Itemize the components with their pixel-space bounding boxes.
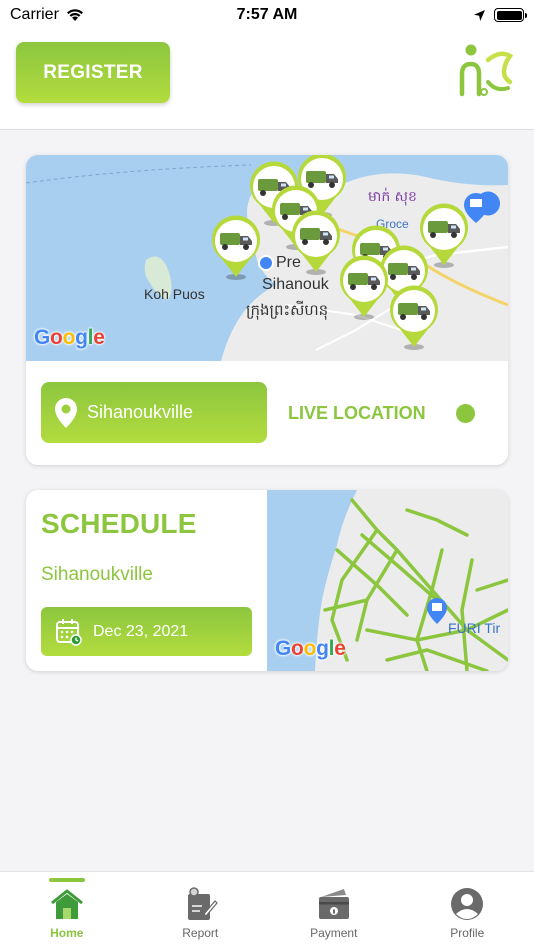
schedule-date: Dec 23, 2021: [93, 622, 189, 640]
tab-home[interactable]: Home: [0, 872, 134, 950]
map-city-label: Sihanouk: [262, 276, 330, 293]
google-logo: Google: [34, 326, 105, 349]
map-island-label: Koh Puos: [144, 286, 205, 302]
tab-payment[interactable]: Payment: [267, 872, 401, 950]
map-khmer-poi-label: មាក់ សុខ: [368, 187, 417, 206]
report-icon: [188, 887, 219, 920]
map-city-khmer-label: ក្រុងព្រះសីហនុ: [246, 300, 328, 320]
live-status-dot: [456, 404, 475, 423]
tab-profile[interactable]: Profile: [401, 872, 534, 950]
tab-bar: Home Report Payment Profile: [0, 871, 534, 950]
live-location-label[interactable]: LIVE LOCATION: [288, 403, 426, 424]
app-logo: [459, 44, 514, 97]
tab-payment-label: Payment: [310, 926, 358, 940]
schedule-date-button[interactable]: Dec 23, 2021: [41, 607, 252, 656]
home-icon: [50, 889, 83, 919]
map-pin-icon: [55, 397, 77, 428]
schedule-card[interactable]: SCHEDULE Sihanoukville Dec 23, 2021 FURI…: [26, 490, 508, 671]
profile-icon: [451, 888, 484, 920]
payment-icon: [318, 889, 349, 919]
google-logo-schedule: Google: [275, 637, 346, 660]
status-bar: Carrier 7:57 AM: [0, 0, 534, 30]
tab-report[interactable]: Report: [134, 872, 268, 950]
schedule-map-poi-label: FURI Tir: [448, 620, 500, 636]
tab-profile-label: Profile: [450, 926, 485, 940]
register-button[interactable]: REGISTER: [16, 42, 170, 103]
app-header: REGISTER: [0, 30, 534, 130]
wifi-icon: [66, 9, 83, 21]
location-button[interactable]: Sihanoukville: [41, 382, 267, 443]
battery-icon: [494, 8, 527, 22]
live-location-card: Pre Sihanouk ក្រុងព្រះសីហនុ Koh Puos មាក…: [26, 155, 508, 465]
active-tab-indicator: [48, 878, 85, 882]
tab-report-label: Report: [182, 926, 219, 940]
schedule-city: Sihanoukville: [41, 564, 153, 585]
map-pin-label: Pre: [276, 254, 301, 271]
location-label: Sihanoukville: [87, 402, 194, 422]
tab-home-label: Home: [50, 926, 84, 940]
carrier-label: Carrier: [10, 6, 59, 23]
location-arrow-icon: [474, 9, 485, 21]
calendar-icon: [56, 618, 82, 646]
schedule-title: SCHEDULE: [41, 508, 197, 539]
